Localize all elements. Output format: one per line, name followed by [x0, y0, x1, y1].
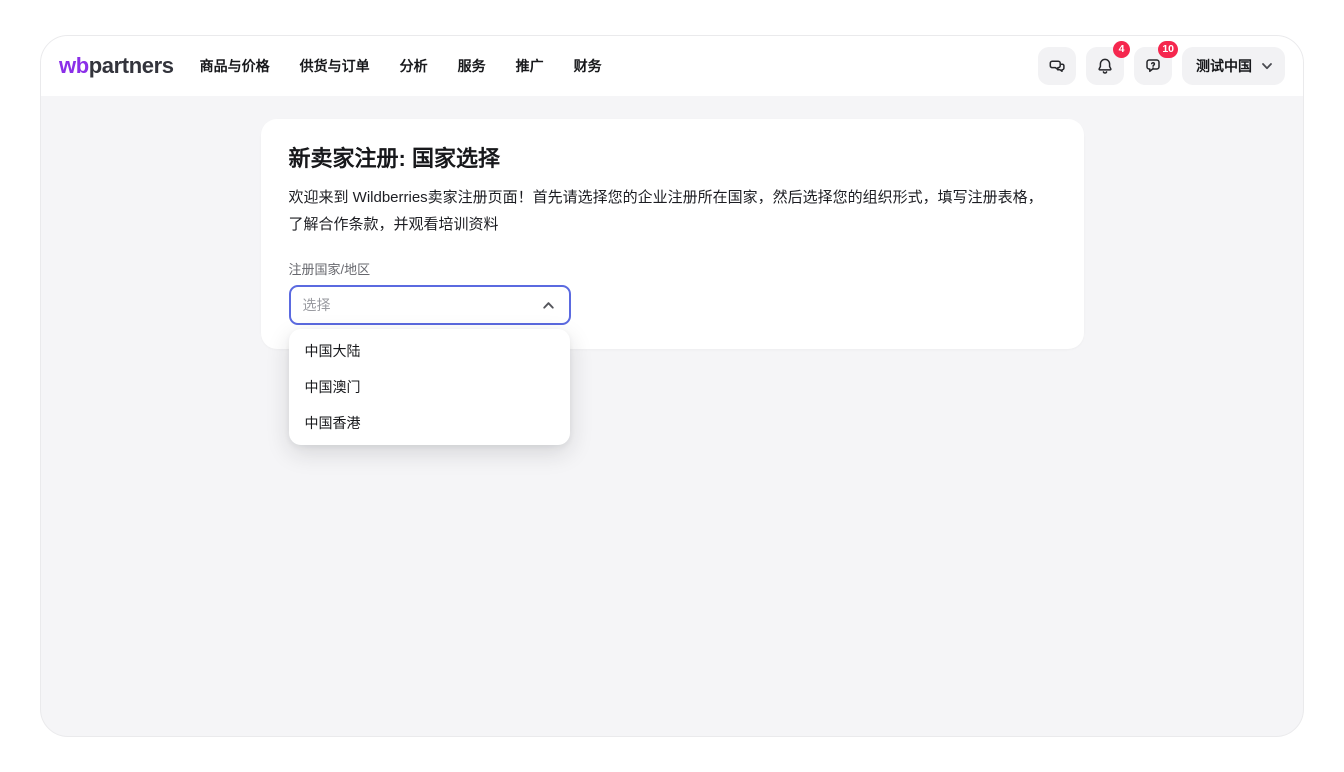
- nav-item-finance[interactable]: 财务: [574, 56, 602, 76]
- nav-item-goods-prices[interactable]: 商品与价格: [200, 56, 270, 76]
- page-content: 新卖家注册: 国家选择 欢迎来到 Wildberries卖家注册页面！首先请选择…: [41, 96, 1303, 736]
- account-menu-button[interactable]: 测试中国: [1182, 47, 1285, 85]
- account-label: 测试中国: [1196, 58, 1252, 74]
- nav-item-analytics[interactable]: 分析: [400, 56, 428, 76]
- registration-card: 新卖家注册: 国家选择 欢迎来到 Wildberries卖家注册页面！首先请选择…: [260, 119, 1084, 445]
- page-description: 欢迎来到 Wildberries卖家注册页面！首先请选择您的企业注册所在国家，然…: [288, 189, 1043, 233]
- top-nav-bar: wbpartners 商品与价格 供货与订单 分析 服务 推广 财务 4 10 …: [41, 36, 1303, 96]
- help-button[interactable]: 10: [1134, 41, 1178, 85]
- bell-icon: [1095, 56, 1115, 76]
- country-dropdown-menu: 中国大陆 中国澳门 中国香港: [288, 329, 570, 445]
- chevron-down-icon: [1259, 58, 1275, 74]
- app-window: wbpartners 商品与价格 供货与订单 分析 服务 推广 财务 4 10 …: [40, 35, 1304, 737]
- country-select-input[interactable]: [290, 297, 540, 313]
- nav-item-services[interactable]: 服务: [458, 56, 486, 76]
- nav-item-promotion[interactable]: 推广: [516, 56, 544, 76]
- help-bubble-icon: [1143, 56, 1163, 76]
- help-badge: 10: [1158, 41, 1178, 58]
- chat-button[interactable]: [1038, 47, 1076, 85]
- main-nav: 商品与价格 供货与订单 分析 服务 推广 财务: [200, 56, 602, 76]
- notifications-button[interactable]: 4: [1086, 41, 1130, 85]
- country-select-wrap: 中国大陆 中国澳门 中国香港: [288, 285, 571, 445]
- nav-item-supply-orders[interactable]: 供货与订单: [300, 56, 370, 76]
- wbpartners-logo[interactable]: wbpartners: [59, 53, 174, 79]
- dropdown-option-china-mainland[interactable]: 中国大陆: [289, 333, 570, 369]
- country-field-label: 注册国家/地区: [288, 262, 371, 277]
- chat-bubbles-icon: [1047, 56, 1067, 76]
- logo-partners: partners: [88, 53, 174, 78]
- dropdown-option-china-macau[interactable]: 中国澳门: [289, 369, 570, 405]
- country-select[interactable]: [288, 285, 571, 325]
- page-title: 新卖家注册: 国家选择: [288, 146, 500, 171]
- notifications-badge: 4: [1113, 41, 1130, 58]
- chevron-up-icon[interactable]: [540, 297, 557, 314]
- logo-wb: wb: [59, 53, 89, 78]
- dropdown-option-china-hongkong[interactable]: 中国香港: [289, 405, 570, 441]
- header-actions: 4 10 测试中国: [1038, 41, 1285, 85]
